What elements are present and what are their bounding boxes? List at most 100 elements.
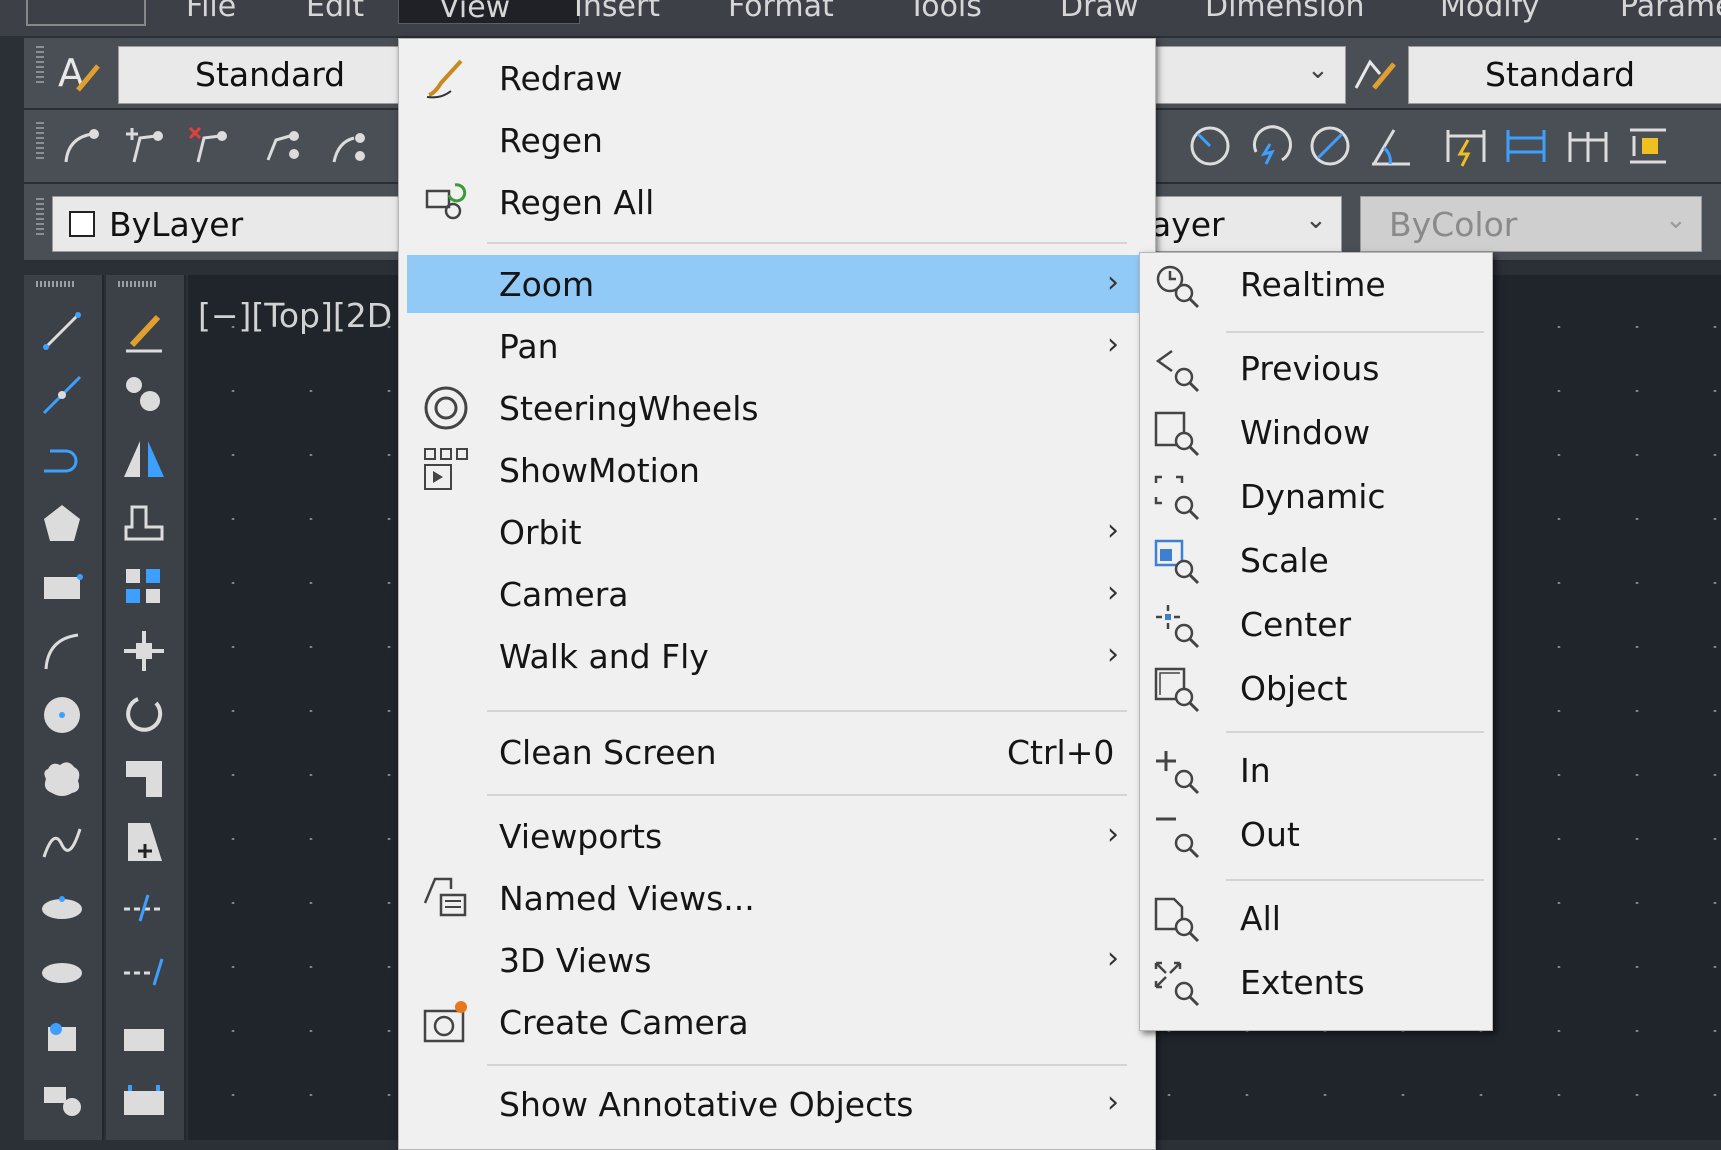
construction-line-icon[interactable] — [36, 369, 88, 421]
menu-item-3d-views[interactable]: 3D Views › — [407, 931, 1143, 989]
break-icon[interactable] — [118, 1009, 170, 1061]
menu-dimension[interactable]: Dimension — [1205, 0, 1364, 22]
ellipse-arc-icon[interactable] — [36, 945, 88, 997]
menu-item-pan[interactable]: Pan › — [407, 317, 1143, 375]
dim-angular-icon[interactable] — [1366, 122, 1414, 170]
regen-all-icon — [421, 177, 471, 227]
menu-separator — [1226, 331, 1484, 333]
menu-edit[interactable]: Edit — [306, 0, 364, 22]
insert-block-icon[interactable] — [36, 1009, 88, 1061]
remove-vertex-icon[interactable] — [184, 122, 232, 170]
color-swatch — [69, 211, 95, 237]
menu-item-walk-and-fly[interactable]: Walk and Fly › — [407, 627, 1143, 685]
menu-item-create-camera[interactable]: Create Camera — [407, 993, 1143, 1051]
erase-icon[interactable] — [118, 305, 170, 357]
menu-item-regen-all[interactable]: Regen All — [407, 173, 1143, 231]
zoom-item-scale[interactable]: Scale — [1140, 531, 1492, 589]
modify-palette — [106, 275, 186, 1140]
dim-radius-icon[interactable] — [1186, 122, 1234, 170]
arc-icon[interactable] — [36, 625, 88, 677]
menu-format[interactable]: Format — [728, 0, 834, 22]
zoom-all-icon — [1152, 895, 1204, 947]
dim-jogged-icon[interactable] — [1246, 122, 1294, 170]
zoom-item-label: Extents — [1240, 963, 1365, 1002]
menu-tools[interactable]: Tools — [908, 0, 982, 22]
toolbar-grip[interactable] — [36, 122, 44, 162]
dim-space-icon[interactable] — [1624, 122, 1672, 170]
dim-diameter-icon[interactable] — [1306, 122, 1354, 170]
menu-item-camera[interactable]: Camera › — [407, 565, 1143, 623]
circle-icon[interactable] — [36, 689, 88, 741]
dim-style-icon[interactable] — [1350, 48, 1398, 96]
rectangle-icon[interactable] — [36, 561, 88, 613]
zoom-item-all[interactable]: All — [1140, 889, 1492, 947]
scale-icon[interactable] — [118, 753, 170, 805]
spline-grip-icon[interactable] — [324, 122, 372, 170]
zoom-item-extents[interactable]: Extents — [1140, 953, 1492, 1011]
polyline-icon[interactable] — [36, 433, 88, 485]
move-icon[interactable] — [118, 625, 170, 677]
zoom-item-center[interactable]: Center — [1140, 595, 1492, 653]
zoom-item-previous[interactable]: Previous — [1140, 339, 1492, 397]
menu-insert[interactable]: Insert — [574, 0, 660, 22]
dim-style-partial-combo[interactable]: ⌄ — [1154, 46, 1346, 104]
menu-draw[interactable]: Draw — [1060, 0, 1138, 22]
zoom-item-object[interactable]: Object — [1140, 659, 1492, 717]
rotate-icon[interactable] — [118, 689, 170, 741]
zoom-item-label: Dynamic — [1240, 477, 1386, 516]
palette-grip[interactable] — [118, 281, 158, 287]
polygon-icon[interactable] — [36, 497, 88, 549]
palette-grip[interactable] — [36, 281, 76, 287]
zoom-object-icon — [1152, 665, 1204, 717]
line-icon[interactable] — [36, 305, 88, 357]
dim-baseline-icon[interactable] — [1502, 122, 1550, 170]
menu-item-viewports[interactable]: Viewports › — [407, 807, 1143, 865]
spline-icon[interactable] — [36, 817, 88, 869]
array-icon[interactable] — [118, 561, 170, 613]
menu-item-clean-screen[interactable]: Clean Screen Ctrl+0 — [407, 723, 1143, 781]
menu-modify[interactable]: Modify — [1440, 0, 1539, 22]
toolbar-grip[interactable] — [36, 46, 44, 86]
menu-view[interactable]: View — [398, 0, 580, 24]
plotstyle-combo[interactable]: ByColor ⌄ — [1360, 196, 1702, 252]
arc-point-icon[interactable] — [56, 122, 104, 170]
menu-item-steeringwheels[interactable]: SteeringWheels — [407, 379, 1143, 437]
offset-icon[interactable] — [118, 497, 170, 549]
zoom-item-window[interactable]: Window — [1140, 403, 1492, 461]
menu-item-regen[interactable]: Regen — [407, 111, 1143, 169]
menu-item-show-annotative-objects[interactable]: Show Annotative Objects › — [407, 1075, 1143, 1133]
zoom-item-out[interactable]: Out — [1140, 805, 1492, 863]
app-menu-button[interactable] — [26, 0, 146, 26]
extend-icon[interactable] — [118, 945, 170, 997]
text-style-combo[interactable]: Standard — [118, 46, 416, 104]
multi-grip-icon[interactable] — [260, 122, 308, 170]
trim-icon[interactable] — [118, 881, 170, 933]
join-icon[interactable] — [118, 1073, 170, 1125]
quick-dim-icon[interactable] — [1442, 122, 1490, 170]
submenu-arrow-icon: › — [1107, 327, 1119, 362]
menu-parametric[interactable]: Parametric — [1620, 0, 1721, 22]
copy-icon[interactable] — [118, 369, 170, 421]
make-block-icon[interactable] — [36, 1073, 88, 1125]
stretch-icon[interactable] — [118, 817, 170, 869]
dim-continue-icon[interactable] — [1564, 122, 1612, 170]
color-combo[interactable]: ByLayer — [52, 196, 422, 252]
zoom-item-in[interactable]: In — [1140, 741, 1492, 799]
menu-item-showmotion[interactable]: ShowMotion — [407, 441, 1143, 499]
linetype-combo[interactable]: ayer ⌄ — [1150, 196, 1342, 252]
zoom-previous-icon — [1152, 345, 1204, 397]
menu-item-named-views[interactable]: Named Views... — [407, 869, 1143, 927]
menu-item-zoom[interactable]: Zoom › — [407, 255, 1143, 313]
menu-file[interactable]: File — [186, 0, 236, 22]
ellipse-icon[interactable] — [36, 881, 88, 933]
menu-item-redraw[interactable]: Redraw — [407, 49, 1143, 107]
add-vertex-icon[interactable] — [120, 122, 168, 170]
mirror-icon[interactable] — [118, 433, 170, 485]
revision-cloud-icon[interactable] — [36, 753, 88, 805]
text-style-icon[interactable]: A — [54, 48, 102, 96]
dim-style-combo[interactable]: Standard — [1408, 46, 1721, 104]
zoom-item-dynamic[interactable]: Dynamic — [1140, 467, 1492, 525]
menu-item-orbit[interactable]: Orbit › — [407, 503, 1143, 561]
zoom-item-realtime[interactable]: Realtime — [1140, 255, 1492, 313]
toolbar-grip[interactable] — [36, 198, 44, 238]
